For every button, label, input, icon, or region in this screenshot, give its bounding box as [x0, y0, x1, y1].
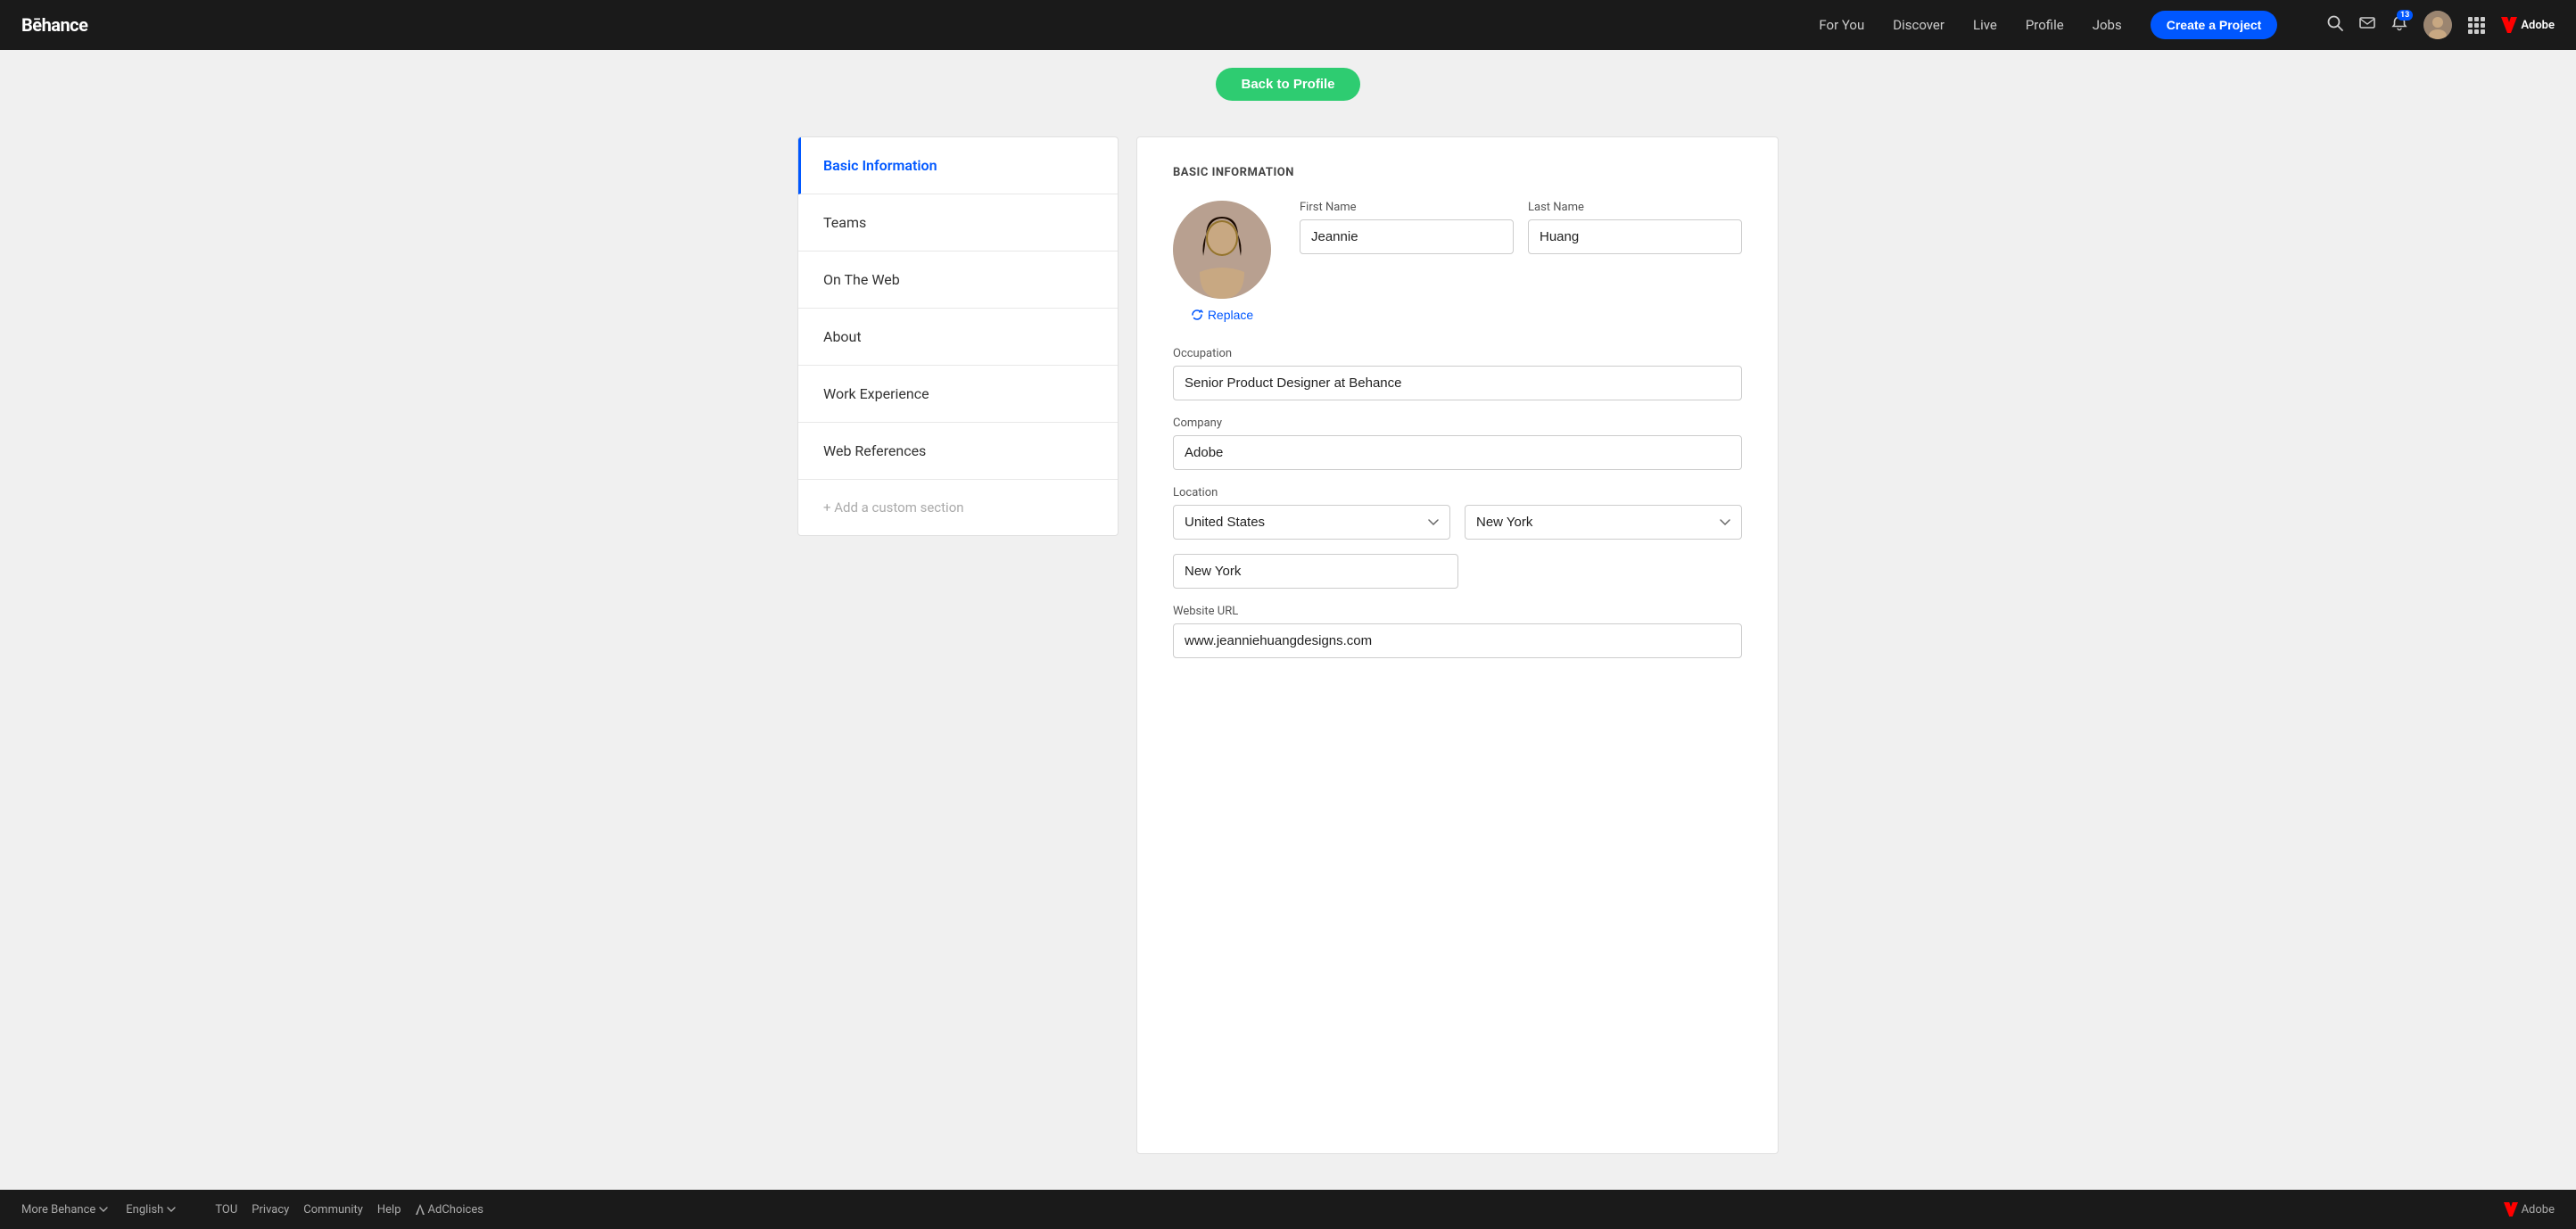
language-dropdown[interactable]: English	[126, 1203, 176, 1217]
form-top-row: Replace First Name Last Name	[1173, 201, 1742, 322]
main-nav: For You Discover Live Profile Jobs Creat…	[1819, 11, 2277, 39]
website-group: Website URL	[1173, 605, 1742, 658]
sidebar-item-about[interactable]: About	[798, 309, 1118, 366]
nav-live[interactable]: Live	[1973, 17, 1997, 33]
first-name-group: First Name	[1300, 201, 1514, 254]
nav-for-you[interactable]: For You	[1819, 17, 1864, 33]
replace-avatar-button[interactable]: Replace	[1191, 308, 1253, 322]
adobe-logo: Adobe	[2501, 17, 2555, 33]
main-content: Basic Information Teams On The Web About…	[0, 119, 2576, 1190]
profile-avatar	[1173, 201, 1271, 299]
messages-icon[interactable]	[2359, 15, 2375, 36]
location-dropdowns-row: United States New York	[1173, 505, 1742, 540]
header-icons: 13 Adobe	[2327, 11, 2555, 39]
footer-adobe-label: Adobe	[2522, 1203, 2555, 1217]
add-custom-section-button[interactable]: + Add a custom section	[798, 480, 1118, 535]
back-to-profile-button[interactable]: Back to Profile	[1216, 68, 1359, 101]
footer-links: TOU Privacy Community Help AdChoices	[215, 1203, 483, 1217]
adchoices-label: AdChoices	[428, 1203, 483, 1217]
first-name-label: First Name	[1300, 201, 1514, 214]
main-footer: More Behance English TOU Privacy Communi…	[0, 1190, 2576, 1229]
community-link[interactable]: Community	[303, 1203, 363, 1217]
company-group: Company	[1173, 417, 1742, 470]
notifications-icon[interactable]: 13	[2391, 15, 2407, 36]
footer-left: More Behance English TOU Privacy Communi…	[21, 1203, 483, 1217]
adchoices-link[interactable]: AdChoices	[416, 1203, 483, 1217]
tou-link[interactable]: TOU	[215, 1203, 237, 1217]
sidebar-item-basic-information[interactable]: Basic Information	[798, 137, 1118, 194]
apps-grid-icon[interactable]	[2468, 17, 2485, 34]
state-select[interactable]: New York	[1465, 505, 1742, 540]
sidebar-item-work-experience[interactable]: Work Experience	[798, 366, 1118, 423]
nav-profile[interactable]: Profile	[2026, 17, 2064, 33]
occupation-label: Occupation	[1173, 347, 1742, 360]
notification-badge: 13	[2397, 10, 2413, 21]
occupation-group: Occupation	[1173, 347, 1742, 400]
user-avatar[interactable]	[2423, 11, 2452, 39]
last-name-group: Last Name	[1528, 201, 1742, 254]
more-behance-dropdown[interactable]: More Behance	[21, 1203, 108, 1217]
back-bar: Back to Profile	[0, 50, 2576, 119]
state-group: New York	[1465, 505, 1742, 540]
create-project-button[interactable]: Create a Project	[2151, 11, 2278, 39]
company-label: Company	[1173, 417, 1742, 430]
first-name-input[interactable]	[1300, 219, 1514, 254]
language-label: English	[126, 1203, 163, 1217]
more-behance-label: More Behance	[21, 1203, 95, 1217]
company-input[interactable]	[1173, 435, 1742, 470]
sidebar-item-teams[interactable]: Teams	[798, 194, 1118, 252]
occupation-input[interactable]	[1173, 366, 1742, 400]
name-row: First Name Last Name	[1300, 201, 1742, 254]
sidebar-item-web-references[interactable]: Web References	[798, 423, 1118, 480]
footer-adobe: Adobe	[2504, 1202, 2555, 1217]
country-group: United States	[1173, 505, 1450, 540]
name-fields: First Name Last Name	[1300, 201, 1742, 270]
help-link[interactable]: Help	[377, 1203, 401, 1217]
website-label: Website URL	[1173, 605, 1742, 618]
replace-label: Replace	[1208, 308, 1253, 322]
location-label: Location	[1173, 486, 1742, 499]
form-panel: BASIC INFORMATION	[1136, 136, 1779, 1154]
city-input[interactable]	[1173, 554, 1458, 589]
country-select[interactable]: United States	[1173, 505, 1450, 540]
nav-discover[interactable]: Discover	[1893, 17, 1944, 33]
last-name-input[interactable]	[1528, 219, 1742, 254]
privacy-link[interactable]: Privacy	[252, 1203, 289, 1217]
nav-jobs[interactable]: Jobs	[2093, 17, 2122, 33]
main-header: Bēhance For You Discover Live Profile Jo…	[0, 0, 2576, 50]
website-input[interactable]	[1173, 623, 1742, 658]
last-name-label: Last Name	[1528, 201, 1742, 214]
sidebar-item-on-the-web[interactable]: On The Web	[798, 252, 1118, 309]
form-section-title: BASIC INFORMATION	[1173, 166, 1742, 179]
sidebar: Basic Information Teams On The Web About…	[797, 136, 1119, 536]
search-icon[interactable]	[2327, 15, 2343, 36]
location-group: Location United States New York	[1173, 486, 1742, 589]
behance-logo[interactable]: Bēhance	[21, 14, 87, 36]
avatar-section: Replace	[1173, 201, 1271, 322]
